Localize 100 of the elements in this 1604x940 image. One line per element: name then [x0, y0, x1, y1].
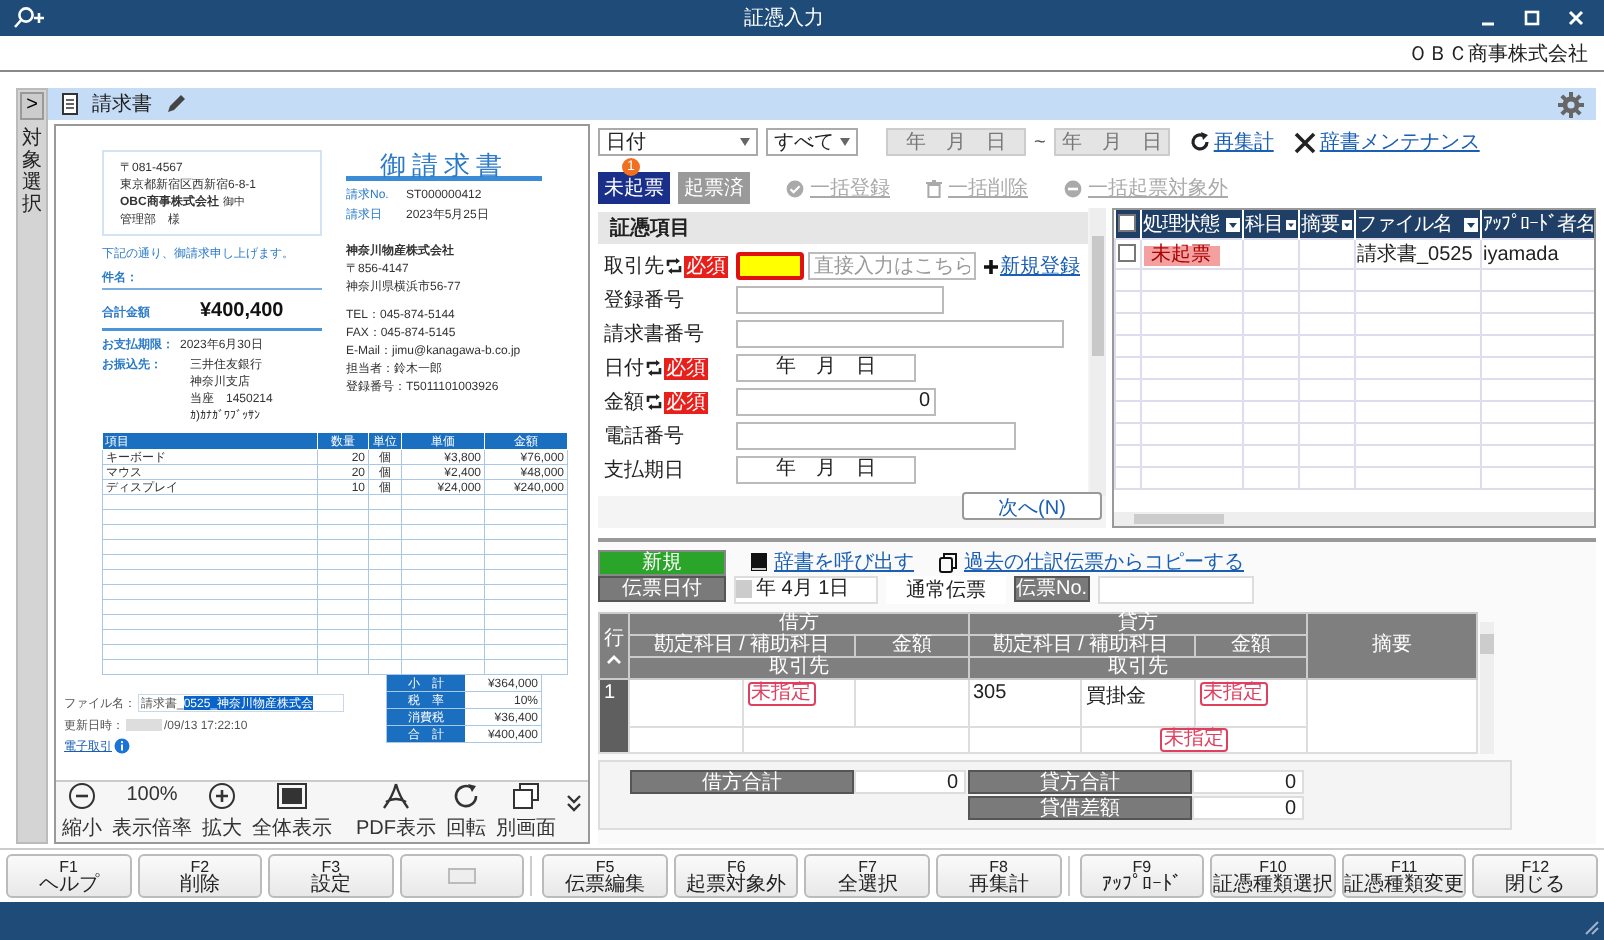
field-label: 取引先	[604, 253, 664, 280]
function-key-button[interactable]: F7 全選択	[804, 854, 931, 898]
row-number: 1	[599, 679, 629, 753]
field-label: 金額	[604, 389, 644, 416]
preview-tool-button[interactable]: 全体表示	[252, 782, 332, 842]
account-code: 305	[973, 682, 1007, 704]
date-field[interactable]: 年 月 日	[736, 354, 916, 382]
date-to-field[interactable]: 年 月 日	[1053, 128, 1170, 156]
settings-icon[interactable]	[1558, 91, 1584, 117]
entry-number-label: 伝票No.	[1014, 576, 1090, 602]
filter-dropdown-icon[interactable]	[1285, 217, 1295, 231]
zoom-in-icon	[208, 782, 236, 810]
required-badge: 必須	[684, 255, 728, 277]
field-label: 日付	[604, 356, 644, 382]
entry-date-field[interactable]: 年 4月 1日	[734, 575, 878, 603]
function-key-button[interactable]: F12 閉じる	[1472, 854, 1598, 898]
total-value: 0	[854, 770, 966, 794]
amount-field[interactable]: 0	[736, 388, 936, 416]
function-key-button[interactable]: F9 ｱｯﾌﾟﾛｰﾄﾞ	[1079, 854, 1205, 898]
required-badge: 必須	[664, 357, 708, 379]
section-header: 証憑項目	[598, 212, 1088, 244]
preview-tool-button[interactable]: 別画面	[496, 782, 556, 842]
date-type-dropdown[interactable]: 日付	[598, 128, 758, 156]
resize-grip-icon[interactable]	[1584, 920, 1600, 936]
status-tab[interactable]: 未起票	[598, 172, 670, 204]
select-all-checkbox[interactable]	[1118, 214, 1136, 233]
total-value: 0	[1192, 770, 1304, 794]
text-field[interactable]	[736, 320, 1064, 348]
window-title: 証憑入力	[744, 5, 824, 32]
scrollbar[interactable]	[1090, 208, 1106, 496]
recalculate-link[interactable]: 再集計	[1189, 128, 1274, 156]
search-plus-icon[interactable]	[12, 6, 48, 30]
text-field[interactable]	[736, 286, 944, 314]
function-key-button[interactable]: F2 削除	[137, 854, 263, 898]
status-tag: 未起票	[1143, 245, 1219, 265]
dictionary-maintenance-link[interactable]: 辞書メンテナンス	[1293, 128, 1480, 156]
date-field[interactable]: 年 月 日	[736, 456, 916, 484]
range-separator: ~	[1034, 131, 1046, 153]
partner-input[interactable]	[736, 252, 804, 280]
pencil-icon[interactable]	[164, 92, 188, 116]
company-name: ＯＢＣ商事株式会社	[1408, 41, 1588, 67]
required-badge: 必須	[664, 391, 708, 413]
preview-tool-button[interactable]: 拡大	[202, 782, 242, 842]
status-dropdown[interactable]: すべて	[766, 128, 858, 156]
function-key-button[interactable]: F3 設定	[268, 854, 394, 898]
date-from-field[interactable]: 年 月 日	[886, 128, 1026, 156]
invoice-title: 御請求書	[346, 150, 542, 181]
next-button[interactable]: 次へ(N)	[962, 492, 1102, 520]
maximize-icon[interactable]	[1524, 10, 1540, 26]
column-header: 行	[604, 629, 624, 649]
fit-screen-icon	[276, 782, 308, 810]
trash-icon	[926, 179, 942, 197]
zoom-level: 100%	[126, 782, 178, 810]
rotate-icon	[452, 782, 480, 810]
refresh-icon	[1189, 132, 1210, 152]
expand-button[interactable]: >	[20, 92, 44, 120]
entry-date-label: 伝票日付	[598, 576, 726, 602]
column-header: 金額	[855, 635, 968, 657]
tools-icon	[1293, 131, 1316, 153]
column-header: 取引先	[968, 657, 1307, 679]
dropdown-caret-icon	[840, 138, 850, 146]
function-key-button[interactable]: F6 起票対象外	[673, 854, 799, 898]
column-header: 金額	[1194, 635, 1307, 657]
total-amount: ¥400,400	[200, 298, 284, 322]
filter-dropdown-icon[interactable]	[1341, 217, 1351, 231]
function-key-button[interactable]: F8 再集計	[936, 854, 1062, 898]
close-icon[interactable]	[1568, 10, 1584, 26]
total-value: 0	[1192, 796, 1304, 820]
row-checkbox[interactable]	[1118, 244, 1136, 263]
entry-number-field[interactable]	[1097, 575, 1254, 603]
function-key-button[interactable]: F11 証憑種類変更	[1341, 854, 1467, 898]
column-header: 勘定科目 / 補助科目	[968, 635, 1194, 657]
direct-input-field[interactable]: 直接入力はこちら	[808, 252, 976, 280]
info-icon[interactable]	[114, 738, 130, 754]
text-field[interactable]	[736, 422, 1016, 450]
scrollbar[interactable]	[1480, 622, 1494, 754]
column-header: 借方	[629, 613, 968, 635]
sync-icon[interactable]	[666, 258, 682, 274]
sync-icon[interactable]	[646, 360, 662, 376]
new-register-link[interactable]: 新規登録	[984, 252, 1080, 280]
dropdown-caret-icon	[740, 138, 750, 146]
plus-icon	[984, 259, 998, 273]
preview-tool-button[interactable]: 回転	[446, 782, 486, 842]
function-key-button[interactable]: F1 ヘルプ	[6, 854, 132, 898]
double-chevron-icon[interactable]	[566, 794, 582, 812]
document-type-title: 請求書	[92, 91, 152, 118]
filter-dropdown-icon[interactable]	[1463, 217, 1477, 231]
side-panel-label[interactable]: 対象選択	[22, 128, 42, 216]
collapse-icon[interactable]	[606, 653, 622, 663]
filter-dropdown-icon[interactable]	[1225, 217, 1239, 231]
preview-tool-button[interactable]: PDF表示	[356, 782, 436, 842]
column-header: 勘定科目 / 補助科目	[629, 635, 855, 657]
field-label: 支払期日	[604, 457, 684, 484]
function-key-button[interactable]: F10 証憑種類選択	[1210, 854, 1336, 898]
function-key-button[interactable]: F5 伝票編集	[542, 854, 668, 898]
column-header[interactable]: ｱｯﾌﾟﾛｰﾄﾞ者名	[1483, 210, 1594, 238]
preview-tool-button[interactable]: 縮小	[62, 782, 102, 842]
horizontal-scrollbar[interactable]	[1114, 512, 1594, 526]
total-label: 借方合計	[630, 770, 854, 794]
sync-icon[interactable]	[646, 394, 662, 410]
